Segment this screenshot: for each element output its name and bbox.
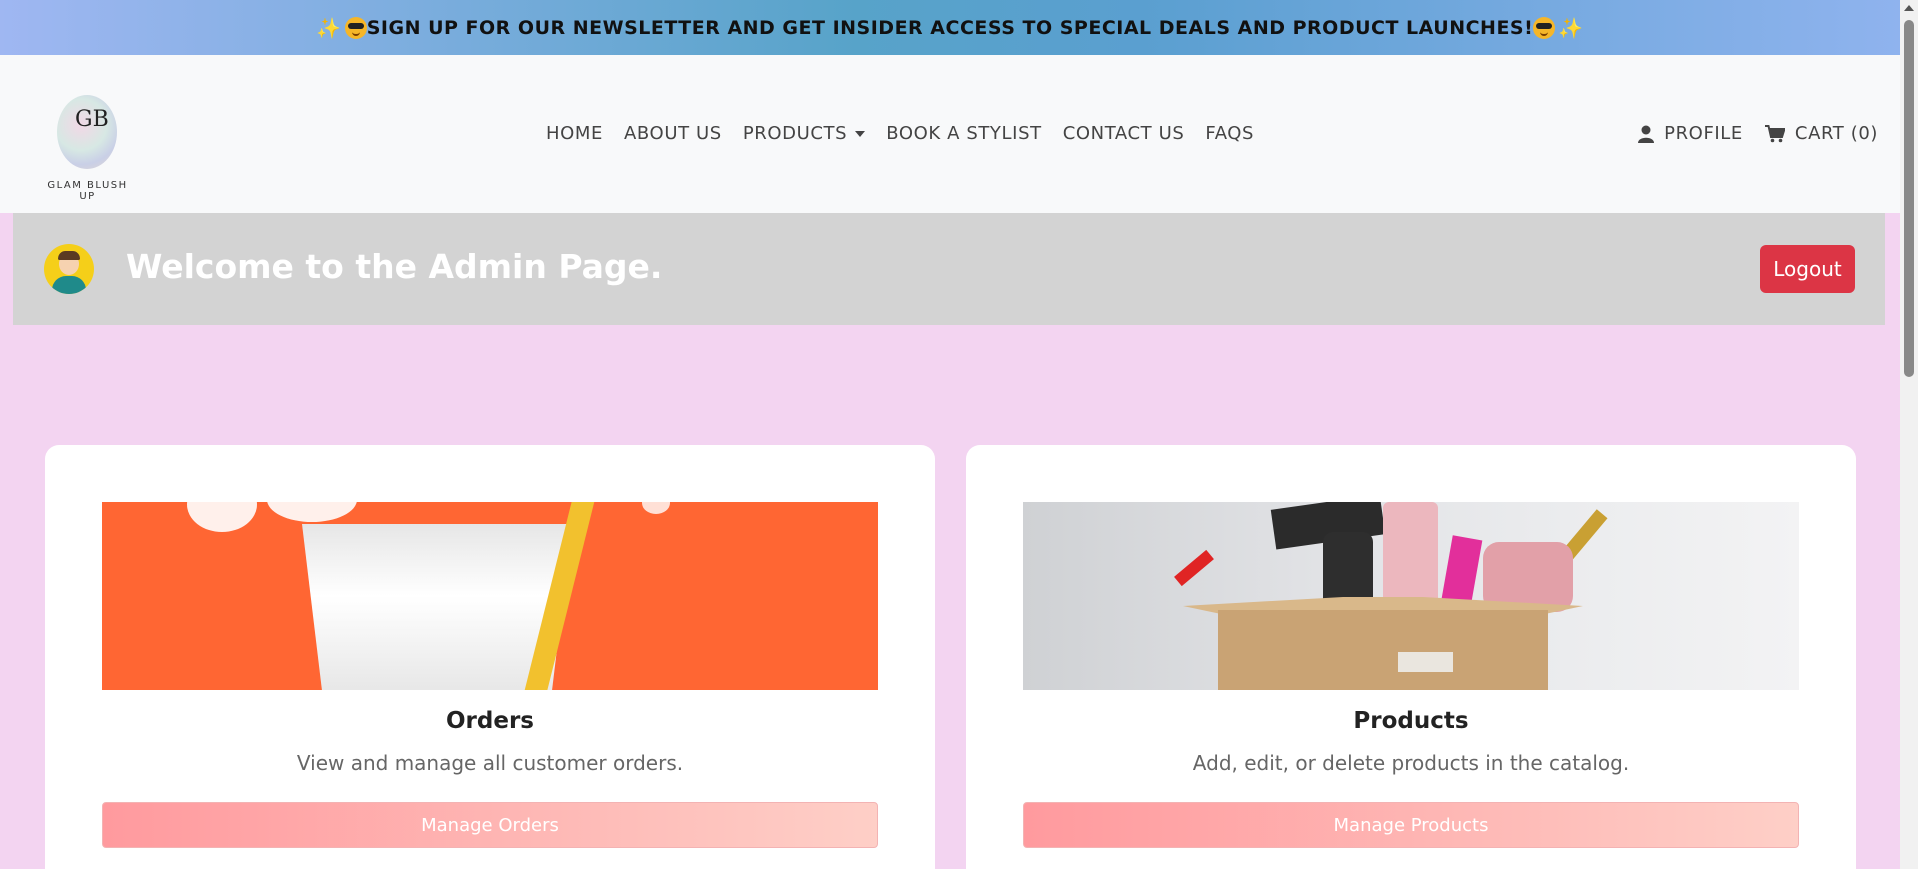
products-card: Products Add, edit, or delete products i… (966, 445, 1856, 869)
logo-brand-name: GLAM BLUSH UP (47, 180, 128, 202)
products-card-description: Add, edit, or delete products in the cat… (1192, 751, 1630, 775)
nav-products-dropdown[interactable]: PRODUCTS (742, 123, 866, 144)
nav-book-a-stylist[interactable]: BOOK A STYLIST (886, 123, 1042, 144)
nav-user-actions: PROFILE CART (0) (1638, 123, 1878, 144)
orders-card: Orders View and manage all customer orde… (45, 445, 935, 869)
navbar: GB GLAM BLUSH UP HOME ABOUT US PRODUCTS … (0, 55, 1900, 213)
orders-card-title: Orders (446, 708, 534, 734)
nav-contact-us[interactable]: CONTACT US (1063, 123, 1185, 144)
sunglasses-face-icon (344, 16, 367, 39)
avatar-body (52, 276, 86, 294)
orders-image (102, 502, 878, 690)
manage-orders-button[interactable]: Manage Orders (102, 802, 878, 848)
sparkles-icon: ✨ (316, 15, 342, 40)
scroll-up-arrow-icon[interactable] (1904, 5, 1914, 11)
profile-link[interactable]: PROFILE (1638, 123, 1743, 144)
logout-button[interactable]: Logout (1760, 245, 1855, 293)
newsletter-banner: ✨ SIGN UP FOR OUR NEWSLETTER AND GET INS… (0, 0, 1900, 55)
cart-label: CART (0) (1794, 123, 1878, 144)
avatar-hair (58, 251, 80, 260)
nav-about-us[interactable]: ABOUT US (624, 123, 722, 144)
products-card-title: Products (1353, 708, 1469, 734)
products-image (1023, 502, 1799, 690)
brand-logo[interactable]: GB GLAM BLUSH UP (40, 95, 135, 202)
cart-link[interactable]: CART (0) (1764, 123, 1878, 144)
scrollbar-thumb[interactable] (1904, 20, 1914, 377)
newsletter-banner-text: SIGN UP FOR OUR NEWSLETTER AND GET INSID… (366, 16, 1534, 39)
profile-label: PROFILE (1664, 123, 1743, 144)
main-nav: HOME ABOUT US PRODUCTS BOOK A STYLIST CO… (546, 123, 1254, 144)
vertical-scrollbar[interactable] (1900, 0, 1918, 869)
nav-home[interactable]: HOME (546, 123, 603, 144)
sparkles-icon: ✨ (1558, 15, 1584, 40)
page-title: Welcome to the Admin Page. (126, 247, 663, 286)
shopping-cart-icon (1764, 124, 1785, 142)
manage-products-button[interactable]: Manage Products (1023, 802, 1799, 848)
admin-header: Welcome to the Admin Page. Logout (13, 213, 1885, 325)
chevron-down-icon (855, 131, 866, 137)
orders-card-description: View and manage all customer orders. (296, 751, 684, 775)
logo-monogram: GB (75, 107, 109, 132)
cosmetics-box-illustration (1218, 610, 1548, 690)
nav-products-label: PRODUCTS (742, 123, 848, 144)
user-icon (1638, 125, 1655, 143)
nav-faqs[interactable]: FAQS (1205, 123, 1254, 144)
sunglasses-face-icon (1533, 16, 1556, 39)
admin-avatar (44, 244, 94, 294)
